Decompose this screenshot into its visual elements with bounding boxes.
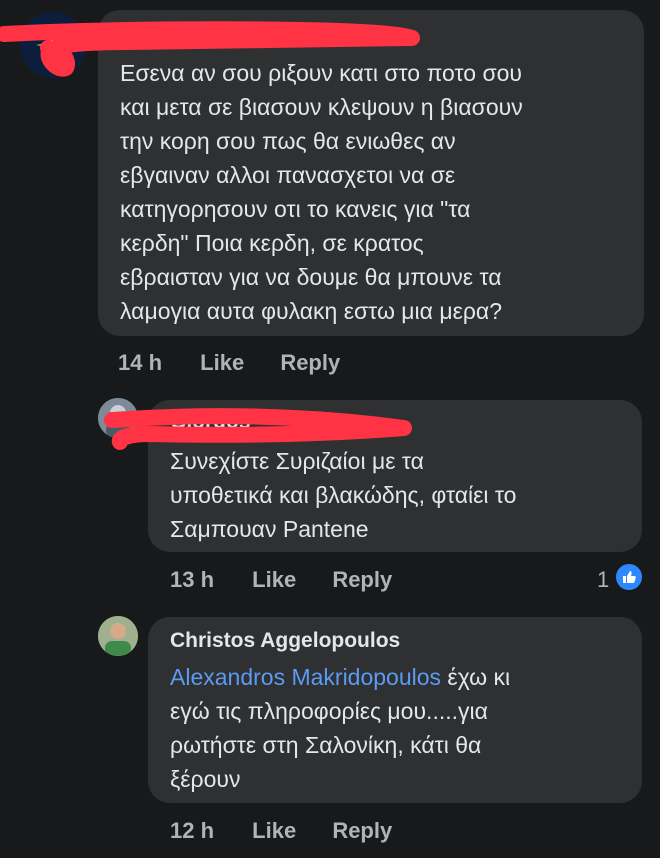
comment-author[interactable]: Christos Aggelopoulos [170,629,400,653]
reaction-count[interactable]: 1 [597,567,609,593]
comment-text: Συνεχίστε Συριζαίοι με τα υποθετικά και … [170,448,517,542]
reply-button[interactable]: Reply [332,818,392,844]
avatar[interactable] [20,12,86,78]
comment-actions: 13 h Like Reply [170,567,392,593]
avatar-image [98,398,138,438]
reply-button[interactable]: Reply [280,350,340,376]
comment-text: Alexandros Makridopoulos έχω κι εγώ τις … [170,660,635,796]
comment-timestamp[interactable]: 13 h [170,567,214,593]
comment-text: Εσενα αν σου ριξουν κατι στο ποτο σου κα… [120,60,523,324]
avatar[interactable] [98,616,138,656]
user-mention-link[interactable]: Alexandros Makridopoulos [170,664,441,690]
reply-button[interactable]: Reply [332,567,392,593]
like-button[interactable]: Like [252,818,296,844]
comment-timestamp[interactable]: 14 h [118,350,162,376]
comment-actions: 12 h Like Reply [170,818,392,844]
comment-actions: 14 h Like Reply [118,350,340,376]
comment-timestamp[interactable]: 12 h [170,818,214,844]
avatar-image [20,12,86,78]
like-button[interactable]: Like [252,567,296,593]
comment-author[interactable]: Giorgos [170,410,251,434]
avatar-image [98,616,138,656]
avatar[interactable] [98,398,138,438]
comment-author[interactable]: Alexandros Makridopoulos [120,22,390,46]
thumbs-up-icon[interactable] [614,562,644,592]
like-button[interactable]: Like [200,350,244,376]
